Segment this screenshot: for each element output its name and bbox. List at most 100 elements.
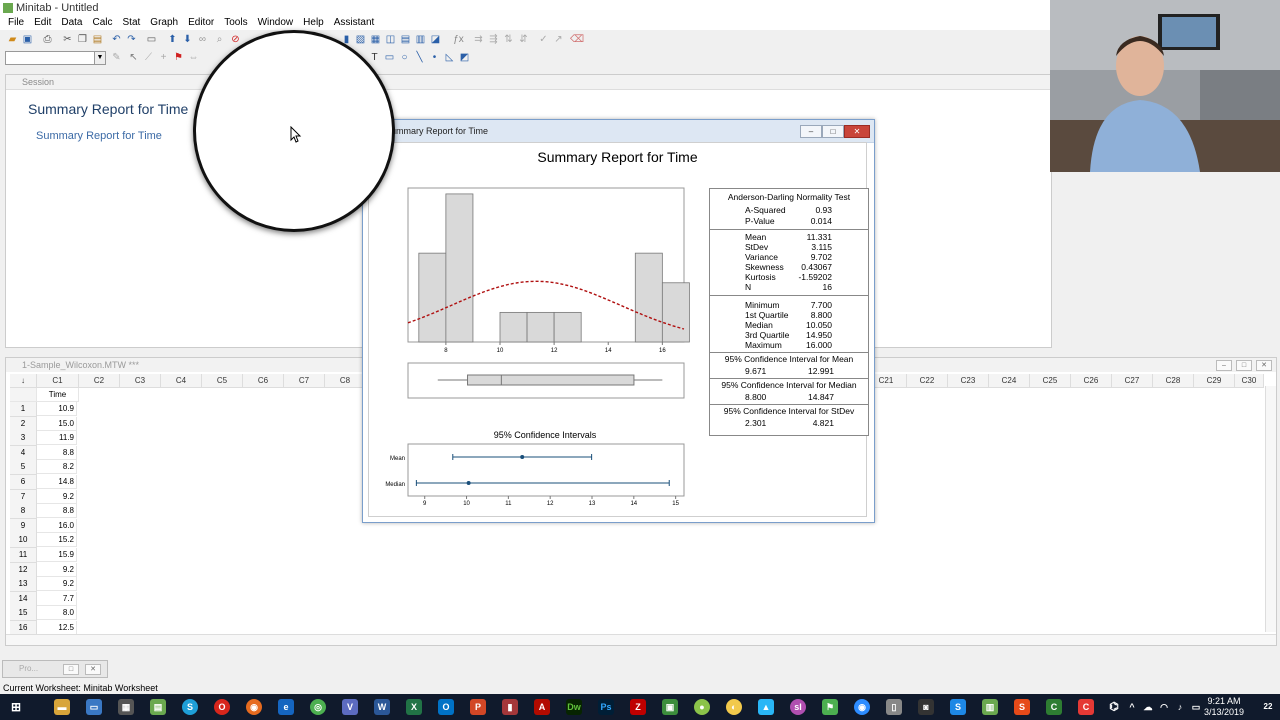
table-cell[interactable]: 8.8 <box>37 504 77 519</box>
menu-file[interactable]: File <box>0 16 29 30</box>
table-cell[interactable]: 16.0 <box>37 518 77 533</box>
table-cell[interactable]: 8.8 <box>37 445 77 460</box>
system-clock[interactable]: 9:21 AM 3/13/2019 <box>1194 696 1254 718</box>
delete-graph-icon[interactable]: ◪ <box>429 33 442 46</box>
app-lime-icon[interactable]: ● <box>694 699 710 715</box>
table-cell[interactable]: 9.2 <box>37 489 77 504</box>
report-minimize-button[interactable]: – <box>800 125 822 138</box>
app-window-icon[interactable]: ▭ <box>86 699 102 715</box>
minimized-project-window[interactable]: Pro... □ ✕ <box>2 660 108 678</box>
col-header-c26[interactable]: C26 <box>1071 374 1112 388</box>
table-cell[interactable]: 9.2 <box>37 562 77 577</box>
menu-edit[interactable]: Edit <box>29 16 56 30</box>
row-number[interactable]: 6 <box>10 475 37 490</box>
camtasia-icon[interactable]: C <box>1046 699 1062 715</box>
volume-icon[interactable]: ♪ <box>1172 699 1188 715</box>
col-header-c29[interactable]: C29 <box>1194 374 1235 388</box>
menu-help[interactable]: Help <box>298 16 329 30</box>
cloud-icon[interactable]: ☁ <box>1140 699 1156 715</box>
row-number[interactable]: 10 <box>10 533 37 549</box>
powerpoint-icon[interactable]: P <box>470 699 486 715</box>
corner-arrow-icon[interactable]: ↓ <box>10 374 37 388</box>
vertical-scrollbar[interactable] <box>1265 386 1276 632</box>
menu-calc[interactable]: Calc <box>87 16 117 30</box>
move-cols-icon[interactable]: ⇅ <box>502 33 515 46</box>
menu-stat[interactable]: Stat <box>118 16 146 30</box>
word-export-icon[interactable]: ▧ <box>354 33 367 46</box>
minwin-close-button[interactable]: ✕ <box>85 664 101 675</box>
access-icon[interactable]: ▮ <box>502 699 518 715</box>
recorder-icon[interactable]: C <box>1078 699 1094 715</box>
col-header-c25[interactable]: C25 <box>1030 374 1071 388</box>
row-number[interactable]: 9 <box>10 518 37 534</box>
app-flag-icon[interactable]: ⚑ <box>822 699 838 715</box>
acrobat-icon[interactable]: A <box>534 699 550 715</box>
row-number[interactable]: 2 <box>10 416 37 432</box>
move-down-icon[interactable]: ⬇ <box>181 33 194 46</box>
menu-graph[interactable]: Graph <box>145 16 183 30</box>
insert-rows-icon[interactable]: ⇉ <box>472 33 485 46</box>
print-icon[interactable]: ⎙ <box>41 33 54 46</box>
snagit-editor-icon[interactable]: S <box>1014 699 1030 715</box>
restore-button[interactable]: □ <box>63 664 79 675</box>
eraser-icon[interactable]: ⌫ <box>570 33 584 46</box>
open-folder-icon[interactable]: ▰ <box>6 33 19 46</box>
ellipse-tool-icon[interactable]: ○ <box>398 51 411 64</box>
menu-editor[interactable]: Editor <box>183 16 219 30</box>
outlook-icon[interactable]: O <box>438 699 454 715</box>
row-number[interactable]: 15 <box>10 606 37 622</box>
edit-icon[interactable]: ✎ <box>110 51 123 64</box>
snagit-icon[interactable]: S <box>950 699 966 715</box>
row-number[interactable]: 14 <box>10 591 37 607</box>
chevron-down-icon[interactable]: ▼ <box>94 52 105 64</box>
save-icon[interactable]: ▣ <box>21 33 34 46</box>
horizontal-scrollbar[interactable] <box>6 634 1276 645</box>
table-cell[interactable]: 12.5 <box>37 621 77 635</box>
col-header-c23[interactable]: C23 <box>948 374 989 388</box>
select-arrow-icon[interactable]: ↖ <box>127 51 140 64</box>
calculator-icon[interactable]: ▦ <box>118 699 134 715</box>
tray-chevron-icon[interactable]: ^ <box>1124 699 1140 715</box>
redo-icon[interactable]: ↷ <box>125 33 138 46</box>
worksheet-minimize-button[interactable]: – <box>1216 360 1232 371</box>
col-header-c5[interactable]: C5 <box>202 374 243 388</box>
app-purple-icon[interactable]: sl <box>790 699 806 715</box>
notification-badge[interactable]: 22 <box>1260 699 1276 715</box>
photoshop-icon[interactable]: Ps <box>598 699 614 715</box>
brush-tool-icon[interactable]: ⟋ <box>142 51 155 64</box>
filezilla-icon[interactable]: Z <box>630 699 646 715</box>
resize-icon[interactable]: ◫ <box>384 33 397 46</box>
skype-icon[interactable]: S <box>182 699 198 715</box>
graph-icon[interactable]: ▥ <box>414 33 427 46</box>
menu-assistant[interactable]: Assistant <box>329 16 380 30</box>
line-tool-icon[interactable]: ╲ <box>413 51 426 64</box>
camera-icon[interactable]: ◙ <box>918 699 934 715</box>
app-green-icon[interactable]: ▣ <box>662 699 678 715</box>
col-header-c6[interactable]: C6 <box>243 374 284 388</box>
worksheet-combo[interactable]: ▼ <box>5 51 106 65</box>
pointer-icon[interactable]: ↗ <box>552 33 565 46</box>
undo-icon[interactable]: ↶ <box>110 33 123 46</box>
layout-icon[interactable]: ▦ <box>369 33 382 46</box>
insert-cols-icon[interactable]: ⇶ <box>487 33 500 46</box>
table-cell[interactable]: 14.8 <box>37 475 77 489</box>
row-number[interactable]: 11 <box>10 548 37 563</box>
row-number[interactable]: 1 <box>10 402 37 417</box>
app-doc-icon[interactable]: ▯ <box>886 699 902 715</box>
row-number[interactable]: 3 <box>10 431 37 447</box>
move-up-icon[interactable]: ⬆ <box>166 33 179 46</box>
zoom-icon[interactable]: ◉ <box>854 699 870 715</box>
report-close-button[interactable]: ✕ <box>844 125 870 138</box>
table-cell[interactable]: 8.2 <box>37 460 77 475</box>
column-name-c1[interactable]: Time <box>37 388 79 402</box>
opera-icon[interactable]: O <box>214 699 230 715</box>
table-cell[interactable]: 15.2 <box>37 533 77 548</box>
col-header-c3[interactable]: C3 <box>120 374 161 388</box>
worksheet-maximize-button[interactable]: □ <box>1236 360 1252 371</box>
col-header-c1[interactable]: C1 <box>37 374 79 388</box>
col-header-c7[interactable]: C7 <box>284 374 325 388</box>
app-yellow-icon[interactable]: ◐ <box>726 699 742 715</box>
dreamweaver-icon[interactable]: Dw <box>566 699 582 715</box>
crosshair-icon[interactable]: + <box>157 51 170 64</box>
marker-tool-icon[interactable]: • <box>428 51 441 64</box>
